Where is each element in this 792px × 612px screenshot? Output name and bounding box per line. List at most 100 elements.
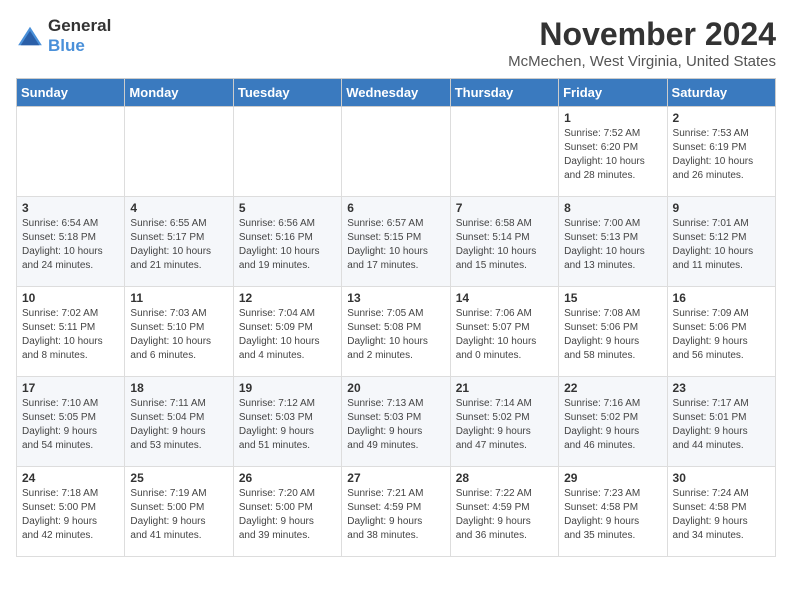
location-title: McMechen, West Virginia, United States: [508, 53, 776, 70]
day-number: 5: [239, 201, 336, 215]
calendar-cell: 11 Sunrise: 7:03 AM Sunset: 5:10 PM Dayli…: [125, 287, 233, 377]
day-number: 28: [456, 471, 553, 485]
day-info: Sunrise: 7:22 AM Sunset: 4:59 PM Dayligh…: [456, 487, 553, 543]
day-info: Sunrise: 7:19 AM Sunset: 5:00 PM Dayligh…: [130, 487, 227, 543]
calendar-cell: 22 Sunrise: 7:16 AM Sunset: 5:02 PM Dayli…: [559, 377, 667, 467]
day-number: 11: [130, 291, 227, 305]
day-info: Sunrise: 7:02 AM Sunset: 5:11 PM Dayligh…: [22, 307, 119, 363]
calendar-cell: 8Sunrise: 7:00 AM Sunset: 5:13 PM Daylig…: [559, 197, 667, 287]
logo-blue: Blue: [48, 36, 85, 55]
calendar-cell: [342, 107, 450, 197]
calendar-cell: 2Sunrise: 7:53 AM Sunset: 6:19 PM Daylig…: [667, 107, 775, 197]
day-info: Sunrise: 7:09 AM Sunset: 5:06 PM Dayligh…: [673, 307, 770, 363]
calendar-cell: 1 Sunrise: 7:52 AM Sunset: 6:20 PM Daylig…: [559, 107, 667, 197]
logo-text: General Blue: [48, 16, 111, 56]
day-number: 26: [239, 471, 336, 485]
day-info: Sunrise: 7:13 AM Sunset: 5:03 PM Dayligh…: [347, 397, 444, 453]
day-number: 13: [347, 291, 444, 305]
calendar-cell: 13 Sunrise: 7:05 AM Sunset: 5:08 PM Dayli…: [342, 287, 450, 377]
calendar-cell: 4 Sunrise: 6:55 AM Sunset: 5:17 PM Daylig…: [125, 197, 233, 287]
weekday-header-friday: Friday: [559, 79, 667, 107]
calendar-cell: 24 Sunrise: 7:18 AM Sunset: 5:00 PM Dayli…: [17, 467, 125, 557]
day-number: 22: [564, 381, 661, 395]
calendar-cell: [17, 107, 125, 197]
day-info: Sunrise: 6:58 AM Sunset: 5:14 PM Dayligh…: [456, 217, 553, 273]
calendar-week-row: 24 Sunrise: 7:18 AM Sunset: 5:00 PM Dayli…: [17, 467, 776, 557]
day-info: Sunrise: 7:20 AM Sunset: 5:00 PM Dayligh…: [239, 487, 336, 543]
weekday-header-sunday: Sunday: [17, 79, 125, 107]
day-info: Sunrise: 6:55 AM Sunset: 5:17 PM Dayligh…: [130, 217, 227, 273]
calendar-cell: 9Sunrise: 7:01 AM Sunset: 5:12 PM Daylig…: [667, 197, 775, 287]
logo-icon: [16, 25, 44, 47]
day-number: 10: [22, 291, 119, 305]
day-info: Sunrise: 7:24 AM Sunset: 4:58 PM Dayligh…: [673, 487, 770, 543]
logo-general: General: [48, 16, 111, 35]
header: General Blue November 2024 McMechen, Wes…: [16, 16, 776, 70]
calendar-cell: 5 Sunrise: 6:56 AM Sunset: 5:16 PM Daylig…: [233, 197, 341, 287]
day-number: 4: [130, 201, 227, 215]
calendar-cell: 29 Sunrise: 7:23 AM Sunset: 4:58 PM Dayli…: [559, 467, 667, 557]
calendar-cell: 28 Sunrise: 7:22 AM Sunset: 4:59 PM Dayli…: [450, 467, 558, 557]
calendar-cell: 7Sunrise: 6:58 AM Sunset: 5:14 PM Daylig…: [450, 197, 558, 287]
day-number: 19: [239, 381, 336, 395]
day-info: Sunrise: 7:00 AM Sunset: 5:13 PM Dayligh…: [564, 217, 661, 273]
month-title: November 2024: [508, 16, 776, 53]
day-info: Sunrise: 7:52 AM Sunset: 6:20 PM Dayligh…: [564, 127, 661, 183]
calendar-cell: [233, 107, 341, 197]
calendar-cell: 21Sunrise: 7:14 AM Sunset: 5:02 PM Dayli…: [450, 377, 558, 467]
calendar-cell: [125, 107, 233, 197]
calendar-cell: 14Sunrise: 7:06 AM Sunset: 5:07 PM Dayli…: [450, 287, 558, 377]
day-number: 12: [239, 291, 336, 305]
day-info: Sunrise: 7:18 AM Sunset: 5:00 PM Dayligh…: [22, 487, 119, 543]
calendar-week-row: 17 Sunrise: 7:10 AM Sunset: 5:05 PM Dayli…: [17, 377, 776, 467]
title-section: November 2024 McMechen, West Virginia, U…: [508, 16, 776, 70]
weekday-header-monday: Monday: [125, 79, 233, 107]
weekday-header-wednesday: Wednesday: [342, 79, 450, 107]
day-info: Sunrise: 7:16 AM Sunset: 5:02 PM Dayligh…: [564, 397, 661, 453]
day-info: Sunrise: 6:57 AM Sunset: 5:15 PM Dayligh…: [347, 217, 444, 273]
weekday-header-row: SundayMondayTuesdayWednesdayThursdayFrid…: [17, 79, 776, 107]
day-info: Sunrise: 7:05 AM Sunset: 5:08 PM Dayligh…: [347, 307, 444, 363]
calendar-cell: 27Sunrise: 7:21 AM Sunset: 4:59 PM Dayli…: [342, 467, 450, 557]
calendar-cell: 16Sunrise: 7:09 AM Sunset: 5:06 PM Dayli…: [667, 287, 775, 377]
day-info: Sunrise: 7:53 AM Sunset: 6:19 PM Dayligh…: [673, 127, 770, 183]
day-number: 15: [564, 291, 661, 305]
day-info: Sunrise: 6:56 AM Sunset: 5:16 PM Dayligh…: [239, 217, 336, 273]
calendar-cell: 10 Sunrise: 7:02 AM Sunset: 5:11 PM Dayli…: [17, 287, 125, 377]
day-info: Sunrise: 7:17 AM Sunset: 5:01 PM Dayligh…: [673, 397, 770, 453]
calendar-week-row: 10 Sunrise: 7:02 AM Sunset: 5:11 PM Dayli…: [17, 287, 776, 377]
calendar-cell: 26 Sunrise: 7:20 AM Sunset: 5:00 PM Dayli…: [233, 467, 341, 557]
logo: General Blue: [16, 16, 111, 56]
calendar-cell: 18Sunrise: 7:11 AM Sunset: 5:04 PM Dayli…: [125, 377, 233, 467]
day-info: Sunrise: 7:10 AM Sunset: 5:05 PM Dayligh…: [22, 397, 119, 453]
day-info: Sunrise: 7:12 AM Sunset: 5:03 PM Dayligh…: [239, 397, 336, 453]
calendar-cell: [450, 107, 558, 197]
day-info: Sunrise: 7:03 AM Sunset: 5:10 PM Dayligh…: [130, 307, 227, 363]
day-info: Sunrise: 7:23 AM Sunset: 4:58 PM Dayligh…: [564, 487, 661, 543]
day-number: 29: [564, 471, 661, 485]
calendar-week-row: 3Sunrise: 6:54 AM Sunset: 5:18 PM Daylig…: [17, 197, 776, 287]
day-number: 1: [564, 111, 661, 125]
calendar-cell: 6Sunrise: 6:57 AM Sunset: 5:15 PM Daylig…: [342, 197, 450, 287]
calendar-cell: 15 Sunrise: 7:08 AM Sunset: 5:06 PM Dayli…: [559, 287, 667, 377]
day-number: 17: [22, 381, 119, 395]
day-number: 20: [347, 381, 444, 395]
day-number: 24: [22, 471, 119, 485]
calendar-table: SundayMondayTuesdayWednesdayThursdayFrid…: [16, 78, 776, 557]
day-info: Sunrise: 7:21 AM Sunset: 4:59 PM Dayligh…: [347, 487, 444, 543]
day-info: Sunrise: 7:01 AM Sunset: 5:12 PM Dayligh…: [673, 217, 770, 273]
day-info: Sunrise: 7:06 AM Sunset: 5:07 PM Dayligh…: [456, 307, 553, 363]
day-info: Sunrise: 7:04 AM Sunset: 5:09 PM Dayligh…: [239, 307, 336, 363]
calendar-week-row: 1 Sunrise: 7:52 AM Sunset: 6:20 PM Daylig…: [17, 107, 776, 197]
calendar-cell: 3Sunrise: 6:54 AM Sunset: 5:18 PM Daylig…: [17, 197, 125, 287]
day-number: 3: [22, 201, 119, 215]
day-info: Sunrise: 7:14 AM Sunset: 5:02 PM Dayligh…: [456, 397, 553, 453]
day-number: 18: [130, 381, 227, 395]
calendar-cell: 19 Sunrise: 7:12 AM Sunset: 5:03 PM Dayli…: [233, 377, 341, 467]
calendar-cell: 23 Sunrise: 7:17 AM Sunset: 5:01 PM Dayli…: [667, 377, 775, 467]
day-info: Sunrise: 7:08 AM Sunset: 5:06 PM Dayligh…: [564, 307, 661, 363]
calendar-cell: 25 Sunrise: 7:19 AM Sunset: 5:00 PM Dayli…: [125, 467, 233, 557]
weekday-header-thursday: Thursday: [450, 79, 558, 107]
day-number: 25: [130, 471, 227, 485]
day-number: 23: [673, 381, 770, 395]
